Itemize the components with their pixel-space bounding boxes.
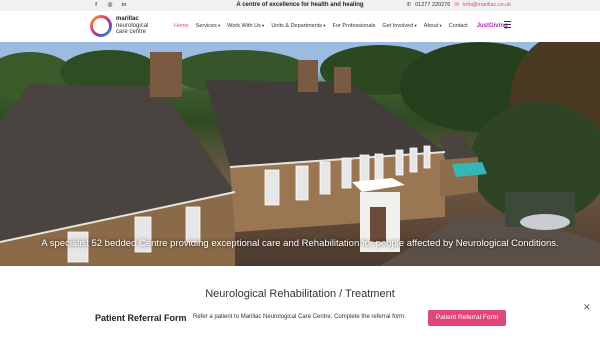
- email-link[interactable]: info@marillac.co.uk: [463, 1, 511, 10]
- justgiving-link[interactable]: JustGiving: [477, 23, 508, 29]
- nav-units-departments[interactable]: Units & Departments: [271, 23, 325, 29]
- phone-link[interactable]: 01277 220276: [415, 1, 450, 10]
- nav-contact[interactable]: Contact: [449, 23, 468, 29]
- referral-bar: ✕ Patient Referral Form Refer a patient …: [0, 302, 600, 338]
- nav-home[interactable]: Home: [174, 23, 189, 29]
- top-bar: f ◎ in A centre of excellence for health…: [0, 0, 600, 11]
- contact-info: ✆ 01277 220276 ✉ info@marillac.co.uk: [407, 1, 511, 10]
- logo-ring-icon: [90, 15, 112, 37]
- site-logo[interactable]: marillac neurological care centre: [89, 14, 148, 38]
- hamburger-menu-icon[interactable]: [504, 21, 511, 28]
- phone-icon: ✆: [406, 2, 412, 8]
- nav-get-involved[interactable]: Get Involved: [382, 23, 416, 29]
- logo-text: marillac neurological care centre: [116, 16, 148, 36]
- hero-caption: A specialist 52 bedded Centre providing …: [41, 238, 559, 249]
- nav-services[interactable]: Services: [196, 23, 221, 29]
- referral-description: Refer a patient to Marillac Neurological…: [193, 314, 406, 320]
- referral-form-button[interactable]: Patient Referral Form: [428, 310, 506, 326]
- hero-building-image: [0, 42, 600, 266]
- close-icon[interactable]: ✕: [583, 302, 591, 313]
- main-navigation: marillac neurological care centre Home S…: [0, 11, 600, 42]
- nav-for-professionals[interactable]: For Professionals: [333, 23, 376, 29]
- nav-work-with-us[interactable]: Work With Us: [227, 23, 264, 29]
- hero-banner: A specialist 52 bedded Centre providing …: [0, 42, 600, 266]
- logo-line-3: care centre: [116, 29, 147, 36]
- section-heading: Neurological Rehabilitation / Treatment: [205, 288, 395, 300]
- referral-title: Patient Referral Form: [95, 313, 187, 323]
- nav-about[interactable]: About: [424, 23, 442, 29]
- email-icon: ✉: [454, 2, 459, 8]
- menu-items: Home Services Work With Us Units & Depar…: [174, 23, 508, 29]
